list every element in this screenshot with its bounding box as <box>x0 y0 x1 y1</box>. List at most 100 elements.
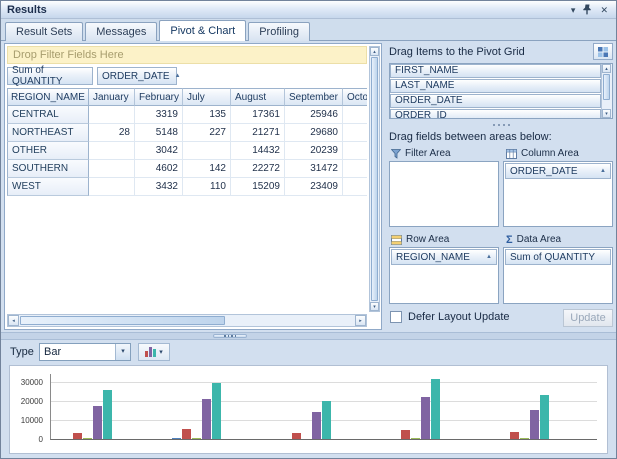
data-area-box[interactable]: Sum of QUANTITY <box>503 247 613 304</box>
data-cell: 31472 <box>285 160 343 178</box>
pivot-column-header-row: JanuaryFebruaryJulyAugustSeptemberOctobe… <box>89 88 367 106</box>
scroll-down-button[interactable]: ▾ <box>602 109 611 118</box>
field-item-label: ORDER_DATE <box>510 166 578 177</box>
field-list-item-order-date[interactable]: ORDER_DATE <box>390 94 601 108</box>
sort-asc-icon: ▲ <box>486 254 492 260</box>
row-header-other[interactable]: OTHER <box>7 142 89 160</box>
field-list-resize-grip[interactable] <box>389 122 613 127</box>
chart-type-select[interactable]: Bar ▾ <box>39 343 131 361</box>
filter-area-box[interactable] <box>389 161 499 227</box>
scroll-right-button[interactable]: ▸ <box>355 315 366 326</box>
pin-icon[interactable] <box>583 4 592 15</box>
data-field-label: Sum of QUANTITY <box>12 65 88 87</box>
pivot-field-row: Sum of QUANTITY ORDER_DATE ▲ <box>7 67 367 85</box>
close-icon[interactable]: ✕ <box>600 5 608 15</box>
field-list-item-order-id[interactable]: ORDER_ID <box>390 109 601 119</box>
chart-options-button[interactable]: ▾ <box>138 343 170 361</box>
column-header-july[interactable]: July <box>183 88 231 106</box>
data-cell: 20239 <box>285 142 343 160</box>
tab-result-sets[interactable]: Result Sets <box>5 22 83 41</box>
scroll-thumb[interactable] <box>20 316 225 325</box>
field-item-sum-of-quantity[interactable]: Sum of QUANTITY <box>505 249 611 265</box>
row-header-west[interactable]: WEST <box>7 178 89 196</box>
data-cell <box>89 142 135 160</box>
data-cell: 22272 <box>231 160 285 178</box>
data-cell <box>343 178 367 196</box>
pivot-grid-layout-button[interactable] <box>593 43 613 60</box>
pivot-row: CENTRAL33191351736125946 <box>7 106 367 124</box>
column-area-box[interactable]: ORDER_DATE▲ <box>503 161 613 227</box>
data-field-button[interactable]: Sum of QUANTITY <box>7 67 93 85</box>
tab-profiling[interactable]: Profiling <box>248 22 310 41</box>
chart-area: 0100002000030000 <box>9 365 608 454</box>
row-field-header[interactable]: REGION_NAME ▲ <box>7 88 89 106</box>
bar-chart-icon <box>145 347 156 357</box>
data-cell <box>343 160 367 178</box>
row-header-southern[interactable]: SOUTHERN <box>7 160 89 178</box>
chart-type-value: Bar <box>44 346 61 358</box>
window-menu-icon[interactable]: ▾ <box>571 5 576 15</box>
field-item-order-date[interactable]: ORDER_DATE▲ <box>505 163 611 179</box>
data-cell <box>89 106 135 124</box>
bar-southern-august <box>421 397 430 439</box>
column-field-button[interactable]: ORDER_DATE ▲ <box>97 67 177 85</box>
column-header-october[interactable]: October <box>343 88 367 106</box>
field-list-scrollbar[interactable]: ▴ ▾ <box>601 64 612 118</box>
scroll-thumb[interactable] <box>603 74 610 100</box>
data-cell: 110 <box>183 178 231 196</box>
panel-titlebar[interactable]: Results ▾ ✕ <box>1 1 616 19</box>
bar-northeast-august <box>202 399 211 439</box>
row-header-central[interactable]: CENTRAL <box>7 106 89 124</box>
column-header-january[interactable]: January <box>89 88 135 106</box>
column-header-february[interactable]: February <box>135 88 183 106</box>
data-cell: 23409 <box>285 178 343 196</box>
data-area-label: Data Area <box>517 234 561 245</box>
column-area-icon <box>506 149 517 159</box>
horizontal-splitter[interactable] <box>1 332 616 340</box>
tab-messages[interactable]: Messages <box>85 22 157 41</box>
pivot-vertical-scrollbar[interactable]: ▴ ▾ <box>369 46 380 312</box>
filter-area-label: Filter Area <box>405 148 451 159</box>
row-area-box[interactable]: REGION_NAME▲ <box>389 247 499 304</box>
filter-drop-zone[interactable]: Drop Filter Fields Here <box>7 46 367 64</box>
bar-west-february <box>510 432 519 439</box>
column-header-august[interactable]: August <box>231 88 285 106</box>
row-field-label: REGION_NAME <box>11 92 85 103</box>
column-field-label: ORDER_DATE <box>102 71 170 82</box>
panel-title: Results <box>1 4 571 16</box>
row-area-header: Row Area <box>391 233 449 246</box>
defer-layout-checkbox[interactable] <box>390 311 402 323</box>
bar-central-july <box>83 438 92 439</box>
column-area-label: Column Area <box>521 148 579 159</box>
data-cell: 17361 <box>231 106 285 124</box>
bar-northeast-january <box>172 438 181 439</box>
bar-central-august <box>93 406 102 439</box>
pivot-row: NORTHEAST2851482272127129680 <box>7 124 367 142</box>
row-header-northeast[interactable]: NORTHEAST <box>7 124 89 142</box>
data-cell: 28 <box>89 124 135 142</box>
scroll-down-button[interactable]: ▾ <box>370 302 379 311</box>
scroll-left-button[interactable]: ◂ <box>8 315 19 326</box>
field-list-item-last-name[interactable]: LAST_NAME <box>390 79 601 93</box>
field-list-item-first-name[interactable]: FIRST_NAME <box>390 64 601 78</box>
scroll-thumb[interactable] <box>371 57 378 301</box>
bar-northeast-july <box>192 438 201 439</box>
tab-pivot-chart[interactable]: Pivot & Chart <box>159 20 246 41</box>
bar-northeast-september <box>212 383 221 439</box>
scroll-up-button[interactable]: ▴ <box>370 47 379 56</box>
column-header-september[interactable]: September <box>285 88 343 106</box>
scroll-up-button[interactable]: ▴ <box>602 64 611 73</box>
bar-southern-february <box>401 430 410 439</box>
row-area-label: Row Area <box>406 234 449 245</box>
chevron-down-icon[interactable]: ▾ <box>115 344 130 360</box>
data-cell <box>343 106 367 124</box>
field-item-region-name[interactable]: REGION_NAME▲ <box>391 249 497 265</box>
bar-west-august <box>530 410 539 439</box>
data-cell: 3432 <box>135 178 183 196</box>
row-area-icon <box>391 235 402 245</box>
update-button[interactable]: Update <box>563 309 613 327</box>
pivot-horizontal-scrollbar[interactable]: ◂ ▸ <box>7 314 367 327</box>
splitter-grip[interactable] <box>213 334 247 338</box>
data-cell: 25946 <box>285 106 343 124</box>
data-cell <box>343 124 367 142</box>
